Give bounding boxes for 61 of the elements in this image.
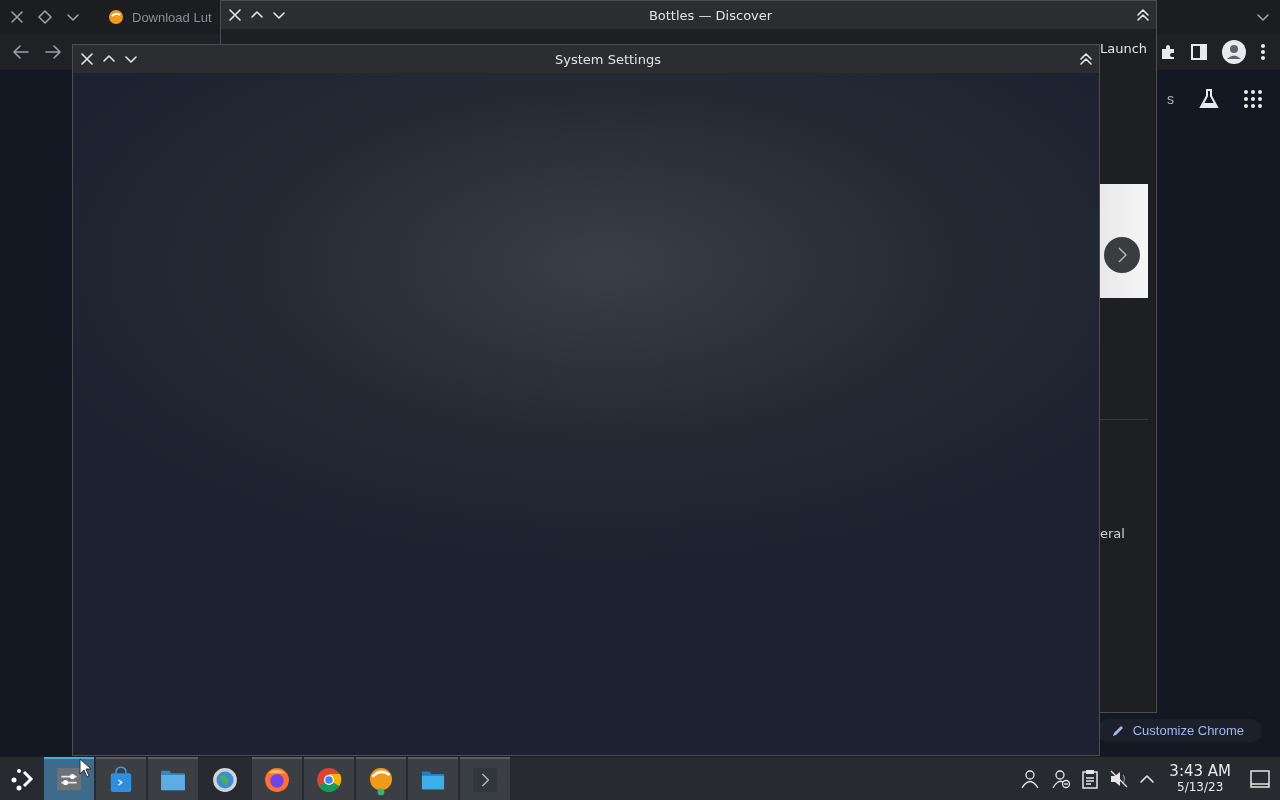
clipboard-tray-button[interactable]: [1082, 768, 1099, 789]
show-desktop-button[interactable]: [1250, 768, 1270, 789]
forward-button[interactable]: [44, 43, 62, 61]
chevron-right-icon: [1117, 247, 1127, 263]
keep-above-button[interactable]: [1136, 8, 1150, 22]
user-switch-tray-button[interactable]: [1051, 768, 1072, 789]
chevron-down-icon: [125, 53, 137, 65]
launch-button[interactable]: Launch: [1100, 41, 1156, 56]
favicon-icon: [108, 9, 124, 25]
back-button[interactable]: [12, 43, 30, 61]
apps-button[interactable]: [1244, 90, 1262, 108]
user-tray-button[interactable]: [1020, 768, 1041, 789]
next-button[interactable]: [1104, 237, 1140, 273]
task-button[interactable]: [356, 757, 406, 800]
chevron-up-icon: [103, 53, 115, 65]
task-button[interactable]: [408, 757, 458, 800]
person-minus-icon: [1051, 768, 1072, 789]
avatar-icon: [1222, 40, 1246, 64]
close-button[interactable]: [10, 10, 24, 24]
flask-icon: [1198, 88, 1220, 110]
extensions-button[interactable]: [1160, 44, 1176, 60]
close-icon: [81, 53, 93, 65]
task-button[interactable]: [44, 757, 94, 800]
muted-speaker-icon: [1109, 768, 1130, 789]
close-icon: [229, 9, 241, 21]
diamond-button[interactable]: [38, 10, 52, 24]
person-icon: [1020, 768, 1041, 789]
task-button[interactable]: [252, 757, 302, 800]
window-title: System Settings: [554, 51, 662, 67]
minimize-button[interactable]: [273, 9, 285, 21]
puzzle-icon: [1160, 44, 1176, 60]
volume-tray-button[interactable]: [1109, 768, 1130, 789]
task-button[interactable]: [148, 757, 198, 800]
side-panel-icon: [1190, 43, 1208, 61]
desktop-icon: [1250, 768, 1270, 789]
keep-above-button[interactable]: [1079, 52, 1093, 66]
maximize-button[interactable]: [103, 53, 115, 65]
grid-icon: [1244, 90, 1262, 108]
back-arrow-icon: [12, 43, 30, 61]
browser-tab[interactable]: Download Lut: [108, 9, 212, 25]
kebab-menu-icon: [1260, 43, 1266, 61]
maximize-button[interactable]: [251, 9, 263, 21]
task-button[interactable]: [304, 757, 354, 800]
profile-button[interactable]: [1222, 40, 1246, 64]
side-panel-button[interactable]: [1190, 43, 1208, 61]
menu-button[interactable]: [1260, 43, 1266, 61]
clipboard-icon: [1082, 768, 1099, 789]
clock[interactable]: 3:43 AM 5/13/23: [1169, 764, 1231, 793]
pencil-icon: [1110, 723, 1125, 738]
double-chevron-up-icon: [1079, 52, 1093, 66]
chevron-up-icon: [251, 9, 263, 21]
window-title: Bottles — Discover: [647, 7, 774, 23]
chevron-down-icon: [273, 9, 285, 21]
minimize-button[interactable]: [125, 53, 137, 65]
double-chevron-up-icon: [1136, 8, 1150, 22]
page-text: s: [1167, 91, 1174, 107]
forward-arrow-icon: [44, 43, 62, 61]
labs-button[interactable]: [1198, 88, 1220, 110]
close-icon: [10, 10, 24, 24]
diamond-icon: [38, 10, 52, 24]
page-text: eral: [1100, 526, 1126, 541]
